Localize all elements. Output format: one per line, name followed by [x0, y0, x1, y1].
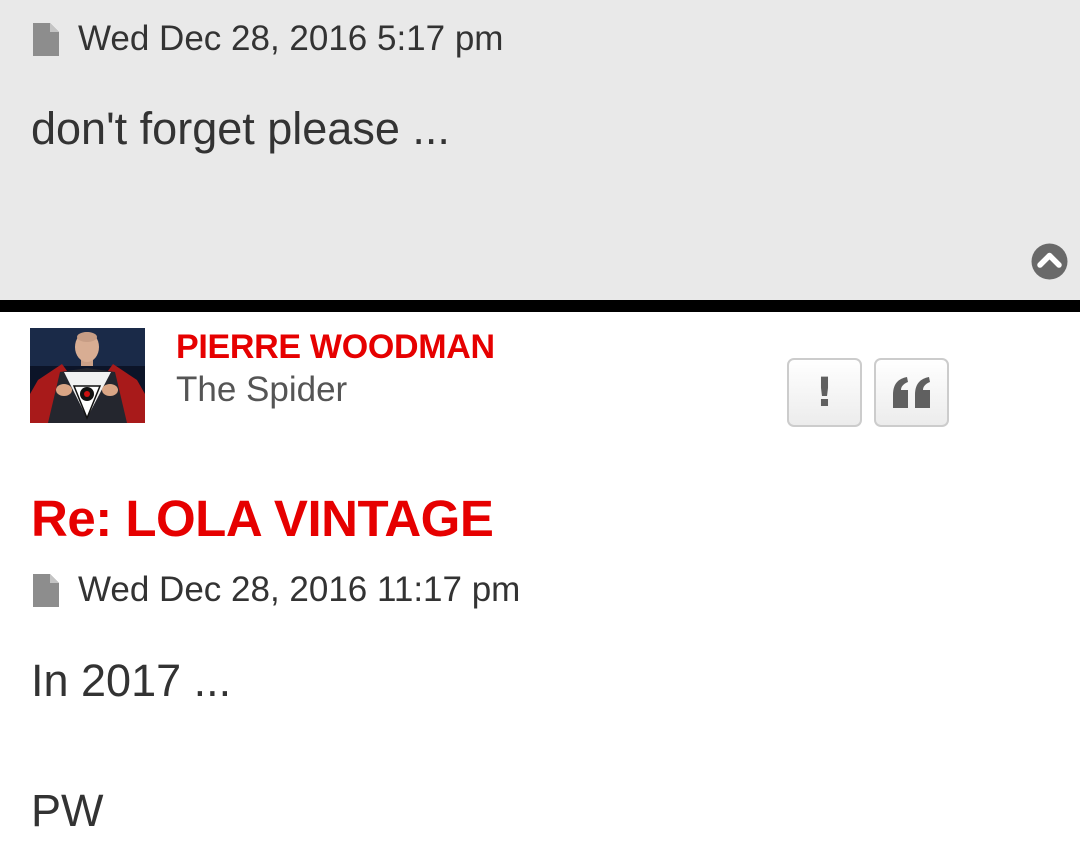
post-timestamp-text: Wed Dec 28, 2016 11:17 pm [78, 570, 521, 609]
previous-post-timestamp: Wed Dec 28, 2016 5:17 pm [33, 19, 503, 59]
post-separator [0, 300, 1080, 312]
previous-post: Wed Dec 28, 2016 5:17 pm don't forget pl… [0, 0, 1080, 300]
report-button[interactable]: ! [787, 358, 862, 427]
post-document-icon [33, 573, 59, 607]
quote-button[interactable] [874, 358, 949, 427]
avatar-image [30, 328, 145, 423]
previous-post-body: don't forget please ... [31, 103, 450, 154]
post-title[interactable]: Re: LOLA VINTAGE [31, 489, 494, 548]
previous-post-timestamp-text: Wed Dec 28, 2016 5:17 pm [78, 19, 504, 58]
chevron-up-circle-icon[interactable] [1031, 243, 1068, 280]
post-document-icon [33, 22, 59, 56]
exclamation-icon: ! [815, 369, 834, 416]
post-body-line: In 2017 ... [31, 655, 232, 706]
quote-icon [892, 376, 930, 408]
author-rank: The Spider [176, 370, 348, 409]
post-body-line: PW [31, 785, 104, 836]
author-avatar[interactable] [30, 328, 145, 423]
post-timestamp: Wed Dec 28, 2016 11:17 pm [33, 570, 520, 610]
author-username[interactable]: PIERRE WOODMAN [176, 328, 495, 367]
